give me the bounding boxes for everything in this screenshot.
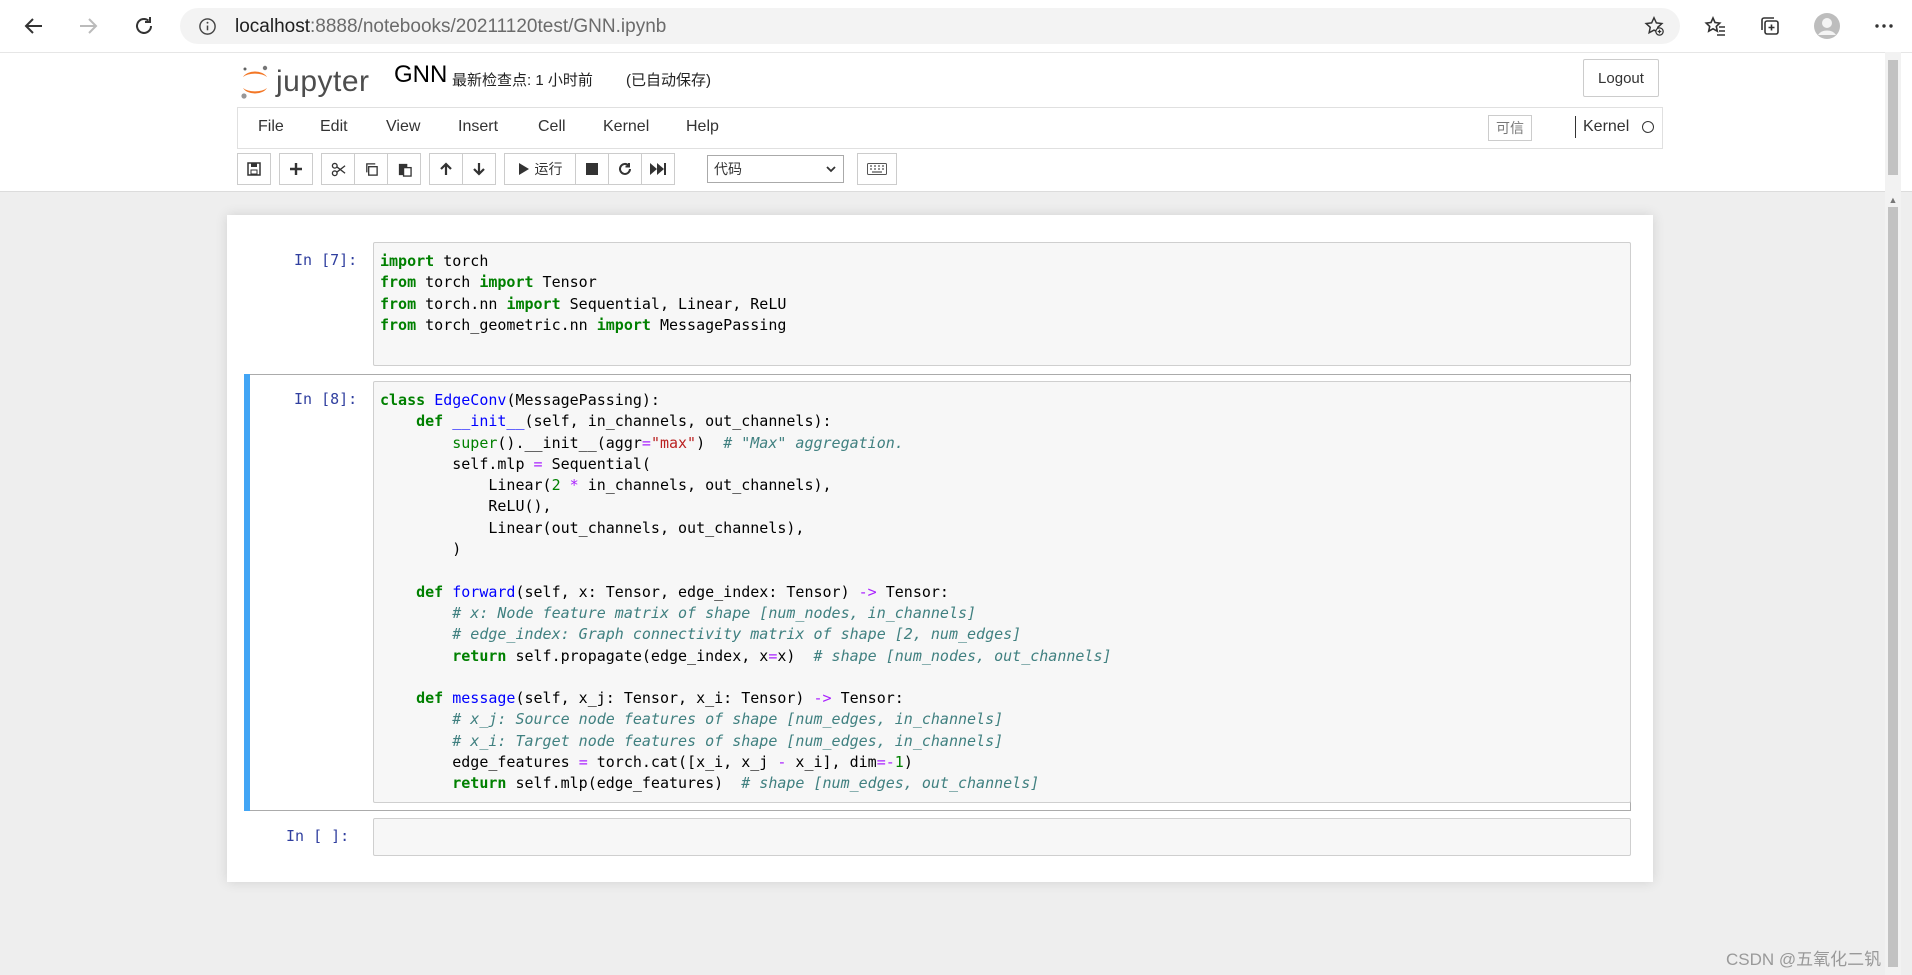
run-label: 运行 — [534, 161, 563, 177]
logout-button[interactable]: Logout — [1583, 59, 1659, 97]
collections-icon — [1761, 17, 1779, 35]
notebook-title[interactable]: GNN — [394, 61, 447, 89]
menu-cell[interactable]: Cell — [538, 118, 566, 136]
page-scrollbar[interactable]: ▲ — [1885, 52, 1901, 975]
browser-toolbar: localhost:8888/notebooks/20211120test/GN… — [0, 0, 1912, 53]
notebook-container: In [7]: import torch from torch import T… — [227, 215, 1653, 882]
plus-icon — [290, 163, 302, 175]
favorites-button[interactable] — [1701, 12, 1729, 40]
keyboard-icon — [867, 163, 887, 175]
scroll-up-icon[interactable]: ▲ — [1888, 195, 1898, 205]
cell-prompt: In [8]: — [294, 390, 358, 408]
paste-icon — [398, 163, 412, 177]
arrow-down-icon — [473, 163, 485, 176]
menubar: File Edit View Insert Cell Kernel Help 可… — [237, 107, 1663, 149]
url-path: :8888/notebooks/20211120test/GNN.ipynb — [310, 16, 667, 37]
back-button[interactable] — [18, 10, 50, 42]
watermark: CSDN @五氧化二钒 — [1726, 950, 1882, 969]
kernel-name: Kernel — [1583, 118, 1630, 135]
kernel-idle-indicator — [1642, 121, 1654, 133]
run-button[interactable]: 运行 — [504, 153, 576, 185]
ellipsis-icon — [1875, 24, 1893, 28]
logo-text: jupyter — [276, 65, 370, 98]
address-bar[interactable]: localhost:8888/notebooks/20211120test/GN… — [180, 8, 1680, 44]
code-text: class EdgeConv(MessagePassing): def __in… — [380, 391, 1112, 793]
reload-button[interactable] — [128, 10, 160, 42]
arrow-up-icon — [440, 162, 452, 175]
url-text: localhost:8888/notebooks/20211120test/GN… — [235, 16, 666, 38]
move-up-button[interactable] — [429, 153, 463, 185]
cell-prompt: In [7]: — [294, 251, 358, 269]
copy-icon — [365, 162, 378, 176]
play-icon — [518, 163, 529, 175]
menu-edit[interactable]: Edit — [320, 118, 348, 136]
menu-view[interactable]: View — [386, 118, 420, 136]
paste-button[interactable] — [387, 153, 421, 185]
cell-type-select[interactable]: 代码 — [707, 155, 844, 183]
restart-kernel-button[interactable] — [608, 153, 642, 185]
avatar-icon — [1814, 13, 1840, 39]
forward-button[interactable] — [72, 10, 104, 42]
info-icon — [199, 18, 216, 35]
interrupt-button[interactable] — [575, 153, 609, 185]
kernel-separator — [1575, 116, 1576, 138]
add-favorite-icon[interactable] — [1643, 15, 1665, 37]
fast-forward-icon — [650, 163, 666, 175]
autosave-status: (已自动保存) — [626, 72, 711, 89]
favorites-icon — [1704, 16, 1725, 36]
checkpoint-status: 最新检查点: 1 小时前 — [452, 72, 593, 89]
menu-help[interactable]: Help — [686, 118, 719, 136]
restart-run-all-button[interactable] — [641, 153, 675, 185]
scissors-icon — [331, 162, 345, 176]
selected-cell-indicator — [244, 374, 250, 811]
more-menu-button[interactable] — [1870, 12, 1898, 40]
command-palette-button[interactable] — [857, 153, 897, 185]
insert-cell-button[interactable] — [279, 153, 313, 185]
code-text: import torch from torch import Tensor fr… — [380, 252, 787, 334]
save-icon — [247, 162, 261, 176]
cell-prompt: In [ ]: — [286, 827, 350, 845]
stop-icon — [586, 163, 598, 175]
cell-type-value: 代码 — [714, 161, 742, 177]
url-host: localhost — [235, 16, 310, 37]
jupyter-logo[interactable]: jupyter — [240, 60, 370, 104]
copy-button[interactable] — [354, 153, 388, 185]
reload-icon — [136, 17, 152, 34]
save-button[interactable] — [237, 153, 271, 185]
arrow-left-icon — [24, 18, 42, 34]
trusted-indicator[interactable]: 可信 — [1488, 115, 1532, 141]
jupyter-logo-icon — [241, 65, 268, 99]
menu-file[interactable]: File — [258, 118, 284, 136]
scroll-thumb[interactable] — [1888, 207, 1898, 967]
chevron-down-icon — [826, 166, 836, 173]
move-down-button[interactable] — [462, 153, 496, 185]
code-cell-input[interactable]: import torch from torch import Tensor fr… — [373, 242, 1631, 366]
menu-kernel[interactable]: Kernel — [603, 118, 649, 136]
code-cell-input[interactable]: class EdgeConv(MessagePassing): def __in… — [373, 381, 1631, 803]
restart-icon — [619, 162, 631, 175]
arrow-right-icon — [80, 18, 98, 34]
code-cell-input-empty[interactable] — [373, 818, 1631, 856]
cut-button[interactable] — [321, 153, 355, 185]
menu-insert[interactable]: Insert — [458, 118, 498, 136]
jupyter-header: jupyter GNN 最新检查点: 1 小时前 (已自动保存) Logout … — [0, 53, 1912, 192]
profile-button[interactable] — [1813, 12, 1841, 40]
code-text — [374, 819, 1630, 835]
collections-button[interactable] — [1756, 12, 1784, 40]
header-scroll-thumb[interactable] — [1888, 60, 1898, 175]
